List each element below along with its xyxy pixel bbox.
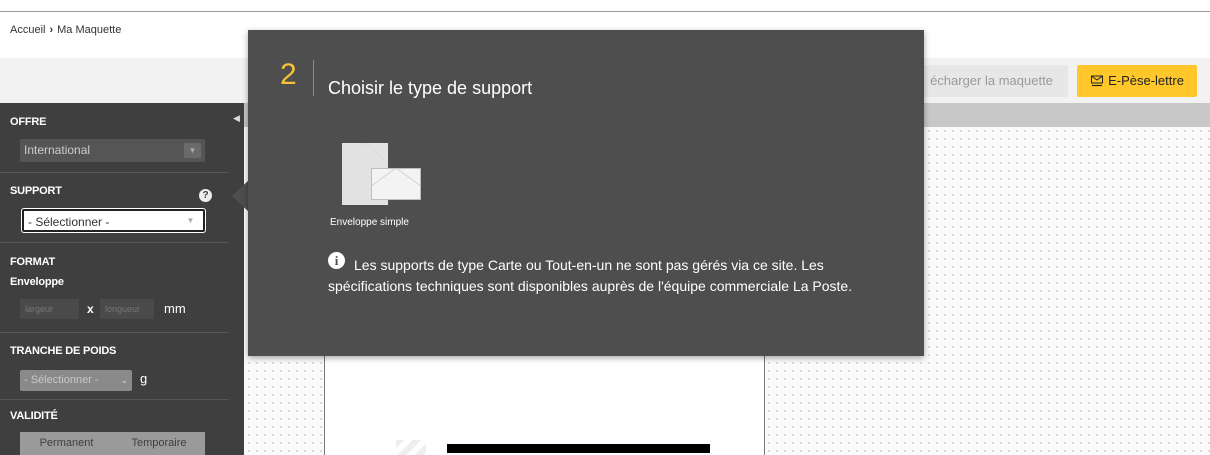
breadcrumb-separator-icon: › bbox=[49, 24, 54, 36]
length-field[interactable]: longueur bbox=[100, 299, 154, 319]
format-subtitle: Enveloppe bbox=[10, 276, 64, 288]
mockup-paper[interactable] bbox=[324, 341, 765, 455]
validite-permanent-toggle[interactable]: Permanent bbox=[20, 432, 113, 455]
e-pese-lettre-button[interactable]: E-Pèse-lettre bbox=[1077, 65, 1197, 97]
chevron-down-icon: ▼ bbox=[182, 213, 199, 228]
times-sign: x bbox=[87, 302, 94, 316]
letter-scale-icon bbox=[1091, 75, 1104, 87]
help-icon[interactable]: ? bbox=[199, 189, 212, 202]
support-option-label: Enveloppe simple bbox=[330, 217, 409, 228]
chevron-down-icon: ▼ bbox=[184, 143, 201, 158]
paper-hatch-area bbox=[396, 440, 426, 455]
poids-title: TRANCHE DE POIDS bbox=[10, 345, 117, 357]
collapse-sidebar-icon[interactable]: ◀ bbox=[229, 103, 244, 133]
support-info-message: Les supports de type Carte ou Tout-en-un… bbox=[328, 257, 853, 294]
format-unit: mm bbox=[164, 301, 186, 316]
top-divider bbox=[0, 11, 1210, 12]
offre-select[interactable]: International ▼ bbox=[20, 139, 205, 162]
offre-select-value: International bbox=[24, 143, 91, 157]
breadcrumb: Accueil › Ma Maquette bbox=[10, 24, 121, 36]
poids-select-value: - Sélectionner - bbox=[24, 374, 99, 386]
format-title: FORMAT bbox=[10, 256, 56, 268]
section-poids: TRANCHE DE POIDS - Sélectionner - ⌄ g bbox=[0, 333, 229, 400]
support-option-enveloppe-simple[interactable]: Enveloppe simple bbox=[330, 138, 440, 238]
offre-title: OFFRE bbox=[10, 116, 47, 128]
step-divider bbox=[313, 60, 314, 96]
mockup-barcode-strip bbox=[447, 444, 710, 453]
section-offre: OFFRE International ▼ bbox=[0, 103, 229, 173]
download-mockup-button[interactable]: écharger la maquette bbox=[915, 65, 1068, 97]
poids-select[interactable]: - Sélectionner - ⌄ bbox=[20, 370, 132, 391]
support-select[interactable]: - Sélectionner - ▼ bbox=[21, 208, 206, 233]
width-field[interactable]: largeur bbox=[20, 299, 79, 319]
popover-title: Choisir le type de support bbox=[328, 78, 533, 98]
breadcrumb-current: Ma Maquette bbox=[57, 24, 122, 36]
poids-unit: g bbox=[140, 371, 148, 386]
section-format: FORMAT Enveloppe largeur x longueur mm bbox=[0, 243, 229, 333]
section-support: SUPPORT ? - Sélectionner - ▼ bbox=[0, 173, 229, 243]
validite-title: VALIDITÉ bbox=[10, 410, 58, 422]
e-pese-lettre-label: E-Pèse-lettre bbox=[1108, 73, 1184, 88]
breadcrumb-home-link[interactable]: Accueil bbox=[10, 24, 45, 36]
config-sidebar: OFFRE International ▼ SUPPORT ? - Sélect… bbox=[0, 103, 244, 455]
chevron-down-icon: ⌄ bbox=[120, 375, 128, 385]
step-number: 2 bbox=[280, 58, 297, 91]
validite-temporaire-toggle[interactable]: Temporaire bbox=[113, 432, 205, 455]
support-select-value: - Sélectionner - bbox=[28, 215, 110, 229]
popover-pointer bbox=[232, 180, 249, 212]
support-title: SUPPORT bbox=[10, 185, 62, 197]
